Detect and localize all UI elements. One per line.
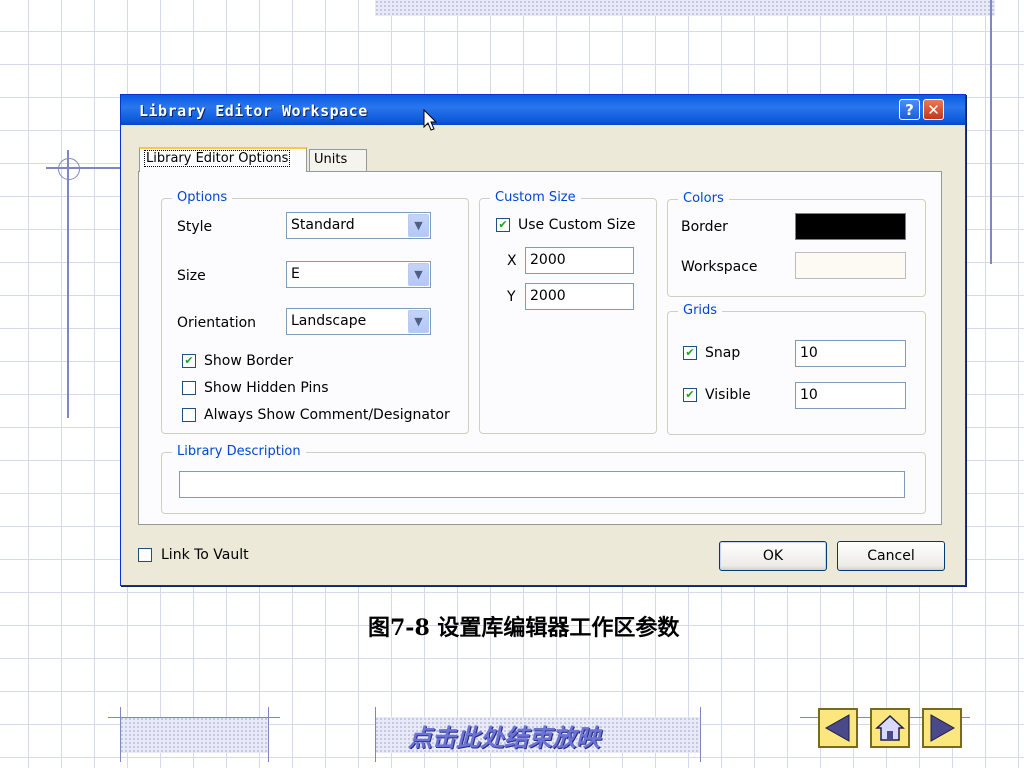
use-custom-size-label[interactable]: Use Custom Size (518, 217, 635, 233)
top-decorative-band (375, 0, 995, 16)
home-button[interactable] (870, 708, 910, 748)
border-color-swatch[interactable] (795, 213, 906, 240)
snap-checkbox[interactable]: ✔ (683, 346, 697, 360)
options-legend: Options (172, 190, 233, 205)
use-custom-size-checkbox[interactable]: ✔ (496, 218, 510, 232)
grids-group: Grids ✔ Snap 10 ✔ Visible 10 (667, 303, 926, 435)
custom-size-legend: Custom Size (490, 190, 581, 205)
library-description-group: Library Description (161, 444, 926, 514)
tab-panel: Options Style Standard ▼ Size E ▼ Orient… (138, 171, 942, 525)
options-group: Options Style Standard ▼ Size E ▼ Orient… (161, 190, 469, 434)
snap-input[interactable]: 10 (795, 340, 906, 367)
always-show-comment-checkbox[interactable] (182, 408, 196, 422)
help-button[interactable]: ? (899, 99, 920, 120)
chevron-down-icon[interactable]: ▼ (408, 263, 429, 286)
x-input[interactable]: 2000 (525, 247, 634, 274)
home-icon (875, 714, 905, 741)
footer-hline-left (108, 717, 280, 718)
colors-legend: Colors (678, 191, 729, 206)
footer-vline-center (375, 707, 376, 762)
tab-units[interactable]: Units (309, 149, 367, 171)
size-label: Size (177, 268, 206, 284)
style-value: Standard (291, 217, 355, 233)
footer-vline-left (120, 707, 121, 762)
visible-checkbox[interactable]: ✔ (683, 388, 697, 402)
dialog-titlebar[interactable]: Library Editor Workspace ? ✕ (121, 95, 965, 131)
colors-group: Colors Border Workspace (667, 191, 926, 297)
link-to-vault-checkbox[interactable] (138, 548, 152, 562)
figure-caption: 图7-8 设置库编辑器工作区参数 (368, 615, 680, 641)
end-slideshow-link[interactable]: 点击此处结束放映 (408, 718, 600, 753)
arrow-left-icon (824, 714, 850, 742)
y-label: Y (507, 289, 516, 305)
mouse-cursor-icon (423, 109, 438, 131)
always-show-comment-label[interactable]: Always Show Comment/Designator (204, 407, 450, 423)
library-editor-workspace-dialog: Library Editor Workspace ? ✕ Library Edi… (120, 94, 966, 586)
show-border-label[interactable]: Show Border (204, 353, 293, 369)
show-border-checkbox[interactable]: ✔ (182, 354, 196, 368)
library-description-legend: Library Description (172, 444, 306, 459)
show-hidden-pins-checkbox[interactable] (182, 381, 196, 395)
border-color-label: Border (681, 219, 728, 235)
link-to-vault-label[interactable]: Link To Vault (161, 547, 249, 563)
footer-vline-center2 (700, 707, 701, 762)
visible-label[interactable]: Visible (705, 387, 751, 403)
dialog-title: Library Editor Workspace (139, 102, 368, 120)
library-description-input[interactable] (179, 471, 905, 498)
arrow-right-icon (930, 714, 956, 742)
prev-slide-button[interactable] (818, 708, 858, 748)
size-select[interactable]: E ▼ (286, 261, 431, 288)
cancel-button[interactable]: Cancel (837, 541, 945, 571)
decor-vline-right (990, 0, 992, 264)
tab-label: Library Editor Options (144, 150, 291, 167)
close-button[interactable]: ✕ (923, 99, 944, 120)
y-input[interactable]: 2000 (525, 283, 634, 310)
next-slide-button[interactable] (922, 708, 962, 748)
x-label: X (507, 253, 517, 269)
custom-size-group: Custom Size ✔ Use Custom Size X 2000 Y 2… (479, 190, 657, 434)
visible-input[interactable]: 10 (795, 382, 906, 409)
orientation-label: Orientation (177, 315, 257, 331)
size-value: E (291, 266, 300, 282)
snap-label[interactable]: Snap (705, 345, 740, 361)
chevron-down-icon[interactable]: ▼ (408, 214, 429, 237)
footer-vline-left2 (268, 707, 269, 762)
decor-circle (58, 158, 80, 180)
grids-legend: Grids (678, 303, 723, 318)
style-label: Style (177, 219, 213, 235)
decor-vline-left (67, 150, 69, 418)
workspace-color-label: Workspace (681, 259, 758, 275)
chevron-down-icon[interactable]: ▼ (408, 310, 429, 333)
orientation-select[interactable]: Landscape ▼ (286, 308, 431, 335)
style-select[interactable]: Standard ▼ (286, 212, 431, 239)
show-hidden-pins-label[interactable]: Show Hidden Pins (204, 380, 329, 396)
workspace-color-swatch[interactable] (795, 252, 906, 279)
tab-library-editor-options[interactable]: Library Editor Options (139, 147, 307, 172)
ok-button[interactable]: OK (719, 541, 827, 571)
orientation-value: Landscape (291, 313, 367, 329)
footer-left-panel (120, 717, 268, 753)
